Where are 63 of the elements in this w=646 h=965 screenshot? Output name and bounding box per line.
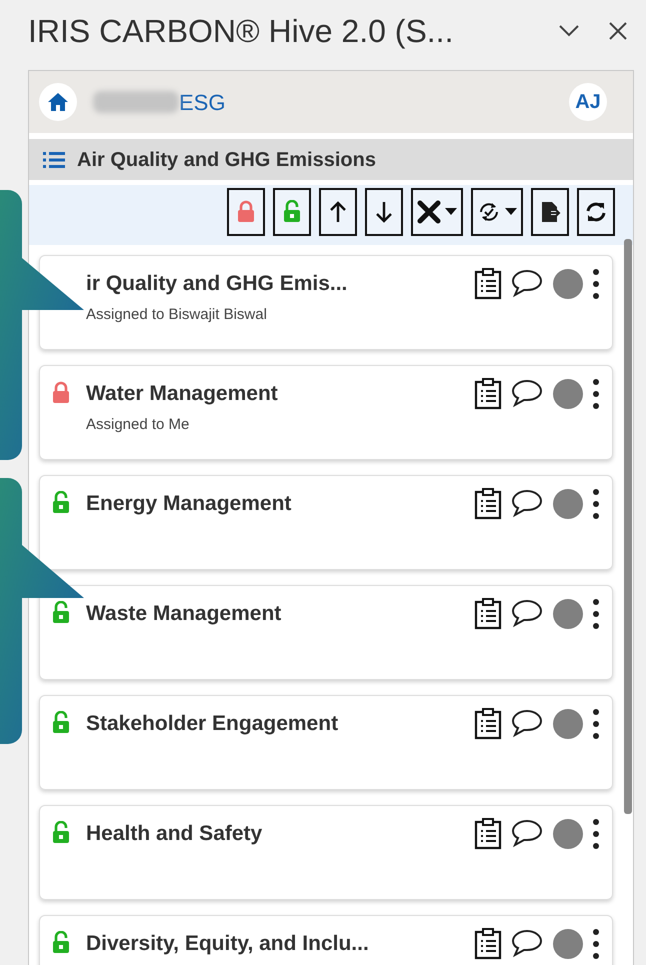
sync-check-button[interactable] — [471, 188, 523, 236]
task-card[interactable]: Waste Management — [39, 585, 613, 680]
clipboard-icon[interactable] — [474, 268, 502, 300]
home-icon — [47, 92, 69, 112]
card-title: Energy Management — [86, 491, 292, 517]
clipboard-icon[interactable] — [474, 378, 502, 410]
comment-icon[interactable] — [510, 708, 544, 738]
export-button[interactable] — [531, 188, 569, 236]
card-title: Diversity, Equity, and Inclu... — [86, 931, 370, 957]
clipboard-icon[interactable] — [474, 488, 502, 520]
task-card[interactable]: Water Management Assigned to Me — [39, 365, 613, 460]
tools-button[interactable] — [411, 188, 463, 236]
section-title: Air Quality and GHG Emissions — [77, 148, 376, 172]
more-options-icon[interactable] — [592, 488, 600, 520]
user-avatar[interactable]: AJ — [569, 83, 607, 121]
unlocked-lock-button[interactable] — [273, 188, 311, 236]
clipboard-icon[interactable] — [474, 598, 502, 630]
arrow-down-icon — [374, 200, 394, 224]
task-card[interactable]: Stakeholder Engagement — [39, 695, 613, 790]
comment-icon[interactable] — [510, 598, 544, 628]
unlocked-lock-icon — [282, 200, 302, 224]
card-title: ir Quality and GHG Emis... — [86, 271, 348, 297]
comment-icon[interactable] — [510, 818, 544, 848]
home-button[interactable] — [39, 83, 77, 121]
comment-icon[interactable] — [510, 928, 544, 958]
more-options-icon[interactable] — [592, 928, 600, 960]
caret-down-icon — [505, 208, 517, 216]
comment-icon[interactable] — [510, 488, 544, 518]
chevron-down-icon[interactable] — [558, 24, 580, 38]
clipboard-icon[interactable] — [474, 708, 502, 740]
task-card[interactable]: ir Quality and GHG Emis... Assigned to Biswajit Biswal — [39, 255, 613, 350]
more-options-icon[interactable] — [592, 378, 600, 410]
task-card[interactable]: Energy Management — [39, 475, 613, 570]
lock-button[interactable] — [227, 188, 265, 236]
caret-down-icon — [445, 208, 457, 216]
clipboard-icon[interactable] — [474, 818, 502, 850]
window-title: IRIS CARBON® Hive 2.0 (S... — [28, 12, 454, 51]
assignee-label: Assigned to Me — [86, 414, 190, 434]
arrow-up-button[interactable] — [319, 188, 357, 236]
more-options-icon[interactable] — [592, 708, 600, 740]
card-title: Health and Safety — [86, 821, 264, 847]
comment-icon[interactable] — [510, 268, 544, 298]
more-options-icon[interactable] — [592, 598, 600, 630]
task-card[interactable]: Diversity, Equity, and Inclu... — [39, 915, 613, 965]
comment-icon[interactable] — [510, 378, 544, 408]
arrow-up-icon — [328, 200, 348, 224]
more-options-icon[interactable] — [592, 818, 600, 850]
arrow-down-button[interactable] — [365, 188, 403, 236]
scrollbar-thumb[interactable] — [624, 239, 632, 814]
clipboard-icon[interactable] — [474, 928, 502, 960]
card-title: Stakeholder Engagement — [86, 711, 340, 737]
card-title: Water Management — [86, 381, 279, 407]
card-title: Waste Management — [86, 601, 282, 627]
close-icon[interactable] — [608, 21, 628, 41]
list-icon[interactable] — [43, 150, 65, 168]
tools-icon — [417, 200, 441, 224]
refresh-icon — [584, 200, 608, 224]
assignee-label: Assigned to Biswajit Biswal — [86, 304, 268, 324]
app-name: ESG — [179, 88, 226, 116]
refresh-button[interactable] — [577, 188, 615, 236]
lock-icon — [236, 200, 256, 224]
task-card[interactable]: Health and Safety — [39, 805, 613, 900]
more-options-icon[interactable] — [592, 268, 600, 300]
